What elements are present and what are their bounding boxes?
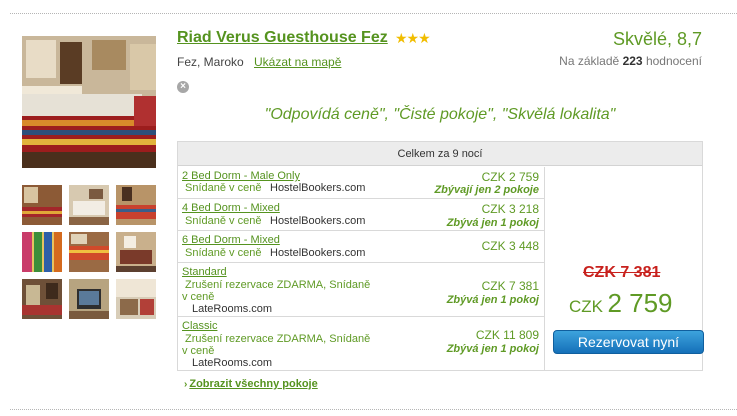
photo-thumbnails: [22, 185, 156, 321]
table-row: 2 Bed Dorm - Male Only Snídaně v ceně Ho…: [178, 167, 544, 199]
room-availability-note: Zbývají jen 2 pokoje: [434, 184, 539, 196]
room-inclusions: Zrušení rezervace ZDARMA, Snídaně: [185, 333, 371, 345]
room-name-link[interactable]: 4 Bed Dorm - Mixed: [182, 202, 280, 214]
chevron-right-icon: ›: [184, 379, 188, 390]
thumbnail[interactable]: [116, 185, 156, 225]
thumbnail[interactable]: [116, 279, 156, 319]
room-inclusions-cont: v ceně: [182, 291, 215, 303]
room-inclusions: Snídaně v ceně: [185, 247, 262, 259]
room-price: CZK 11 809: [475, 328, 539, 342]
room-provider: HostelBookers.com: [270, 215, 366, 227]
thumbnail[interactable]: [22, 232, 62, 272]
table-header: Celkem za 9 nocí: [178, 142, 702, 166]
review-score: Skvělé, 8,7: [612, 29, 702, 49]
best-price: CZK 2 759: [569, 288, 673, 319]
close-icon[interactable]: ×: [177, 81, 189, 93]
best-price-amount: 2 759: [607, 288, 673, 318]
thumbnail[interactable]: [69, 232, 109, 272]
hotel-location: Fez, Maroko: [177, 55, 244, 69]
table-row: 4 Bed Dorm - Mixed Snídaně v ceně Hostel…: [178, 199, 544, 231]
room-provider: HostelBookers.com: [270, 182, 366, 194]
room-price: CZK 3 448: [481, 239, 539, 253]
room-availability-note: Zbývá jen 1 pokoj: [446, 294, 539, 306]
room-provider: LateRooms.com: [192, 357, 273, 369]
hotel-main-photo[interactable]: [22, 36, 156, 168]
room-provider: HostelBookers.com: [270, 247, 366, 259]
hotel-name-link[interactable]: Riad Verus Guesthouse Fez: [177, 29, 388, 47]
table-row: Standard Zrušení rezervace ZDARMA, Snída…: [178, 263, 544, 317]
review-highlights: "Odpovídá ceně", "Čisté pokoje", "Skvělá…: [264, 106, 616, 123]
room-name-link[interactable]: Standard: [182, 266, 227, 278]
room-inclusions: Zrušení rezervace ZDARMA, Snídaně: [185, 279, 371, 291]
table-row: Classic Zrušení rezervace ZDARMA, Snídan…: [178, 317, 544, 371]
room-price: CZK 3 218: [481, 202, 539, 216]
price-summary: CZK 7 381 CZK 2 759 Rezervovat nyní: [544, 167, 704, 371]
top-divider: [10, 13, 737, 14]
reviews-number: 223: [622, 54, 643, 68]
room-price: CZK 2 759: [481, 170, 539, 184]
room-inclusions: Snídaně v ceně: [185, 182, 262, 194]
show-map-link[interactable]: Ukázat na mapě: [254, 55, 341, 69]
room-name-link[interactable]: Classic: [182, 320, 217, 332]
thumbnail[interactable]: [22, 185, 62, 225]
review-count: Na základě 223 hodnocení: [559, 54, 702, 68]
room-availability-note: Zbývá jen 1 pokoj: [446, 343, 539, 355]
show-all-rooms-label: Zobrazit všechny pokoje: [189, 378, 318, 390]
thumbnail[interactable]: [22, 279, 62, 319]
room-name-link[interactable]: 2 Bed Dorm - Male Only: [182, 170, 300, 182]
thumbnail[interactable]: [69, 279, 109, 319]
room-provider: LateRooms.com: [192, 303, 273, 315]
table-row: 6 Bed Dorm - Mixed Snídaně v ceně Hostel…: [178, 231, 544, 263]
book-now-button[interactable]: Rezervovat nyní: [553, 330, 704, 354]
show-all-rooms-link[interactable]: › Zobrazit všechny pokoje: [184, 378, 318, 390]
thumbnail[interactable]: [69, 185, 109, 225]
room-availability-note: Zbývá jen 1 pokoj: [446, 217, 539, 229]
room-inclusions-cont: v ceně: [182, 345, 215, 357]
star-rating-icon: ★★★: [395, 30, 431, 46]
room-price-table: Celkem za 9 nocí 2 Bed Dorm - Male Only …: [177, 141, 704, 371]
best-price-currency: CZK: [569, 297, 603, 316]
room-price: CZK 7 381: [481, 279, 539, 293]
room-inclusions: Snídaně v ceně: [185, 215, 262, 227]
reviews-suffix: hodnocení: [645, 54, 702, 68]
room-name-link[interactable]: 6 Bed Dorm - Mixed: [182, 234, 280, 246]
thumbnail[interactable]: [116, 232, 156, 272]
old-price: CZK 7 381: [583, 264, 661, 281]
bottom-divider: [10, 409, 737, 410]
reviews-prefix: Na základě: [559, 54, 620, 68]
